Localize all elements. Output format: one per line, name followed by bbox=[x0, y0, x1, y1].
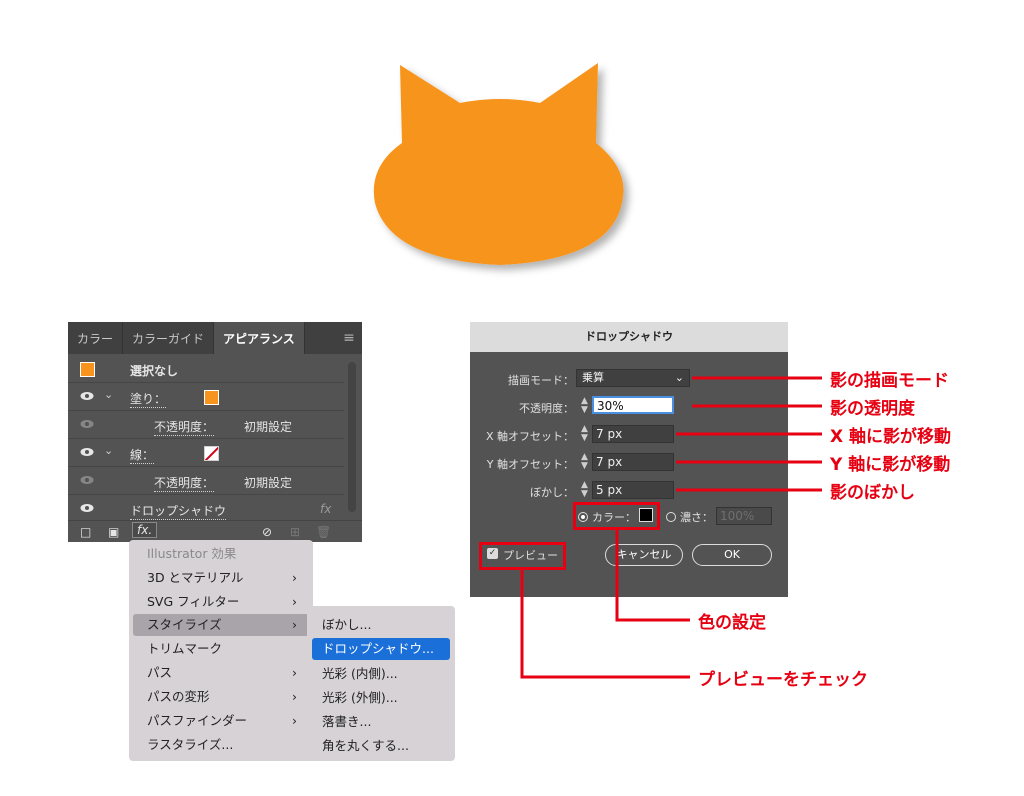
annotation-blur: 影のぼかし bbox=[830, 483, 915, 503]
annotation-preview: プレビューをチェック bbox=[698, 670, 868, 690]
annotation-x: X 軸に影が移動 bbox=[830, 427, 952, 447]
annotation-opacity: 影の透明度 bbox=[830, 399, 915, 419]
annotation-color: 色の設定 bbox=[698, 613, 766, 633]
annotation-y: Y 軸に影が移動 bbox=[830, 455, 951, 475]
annotation-mode: 影の描画モード bbox=[830, 371, 949, 391]
